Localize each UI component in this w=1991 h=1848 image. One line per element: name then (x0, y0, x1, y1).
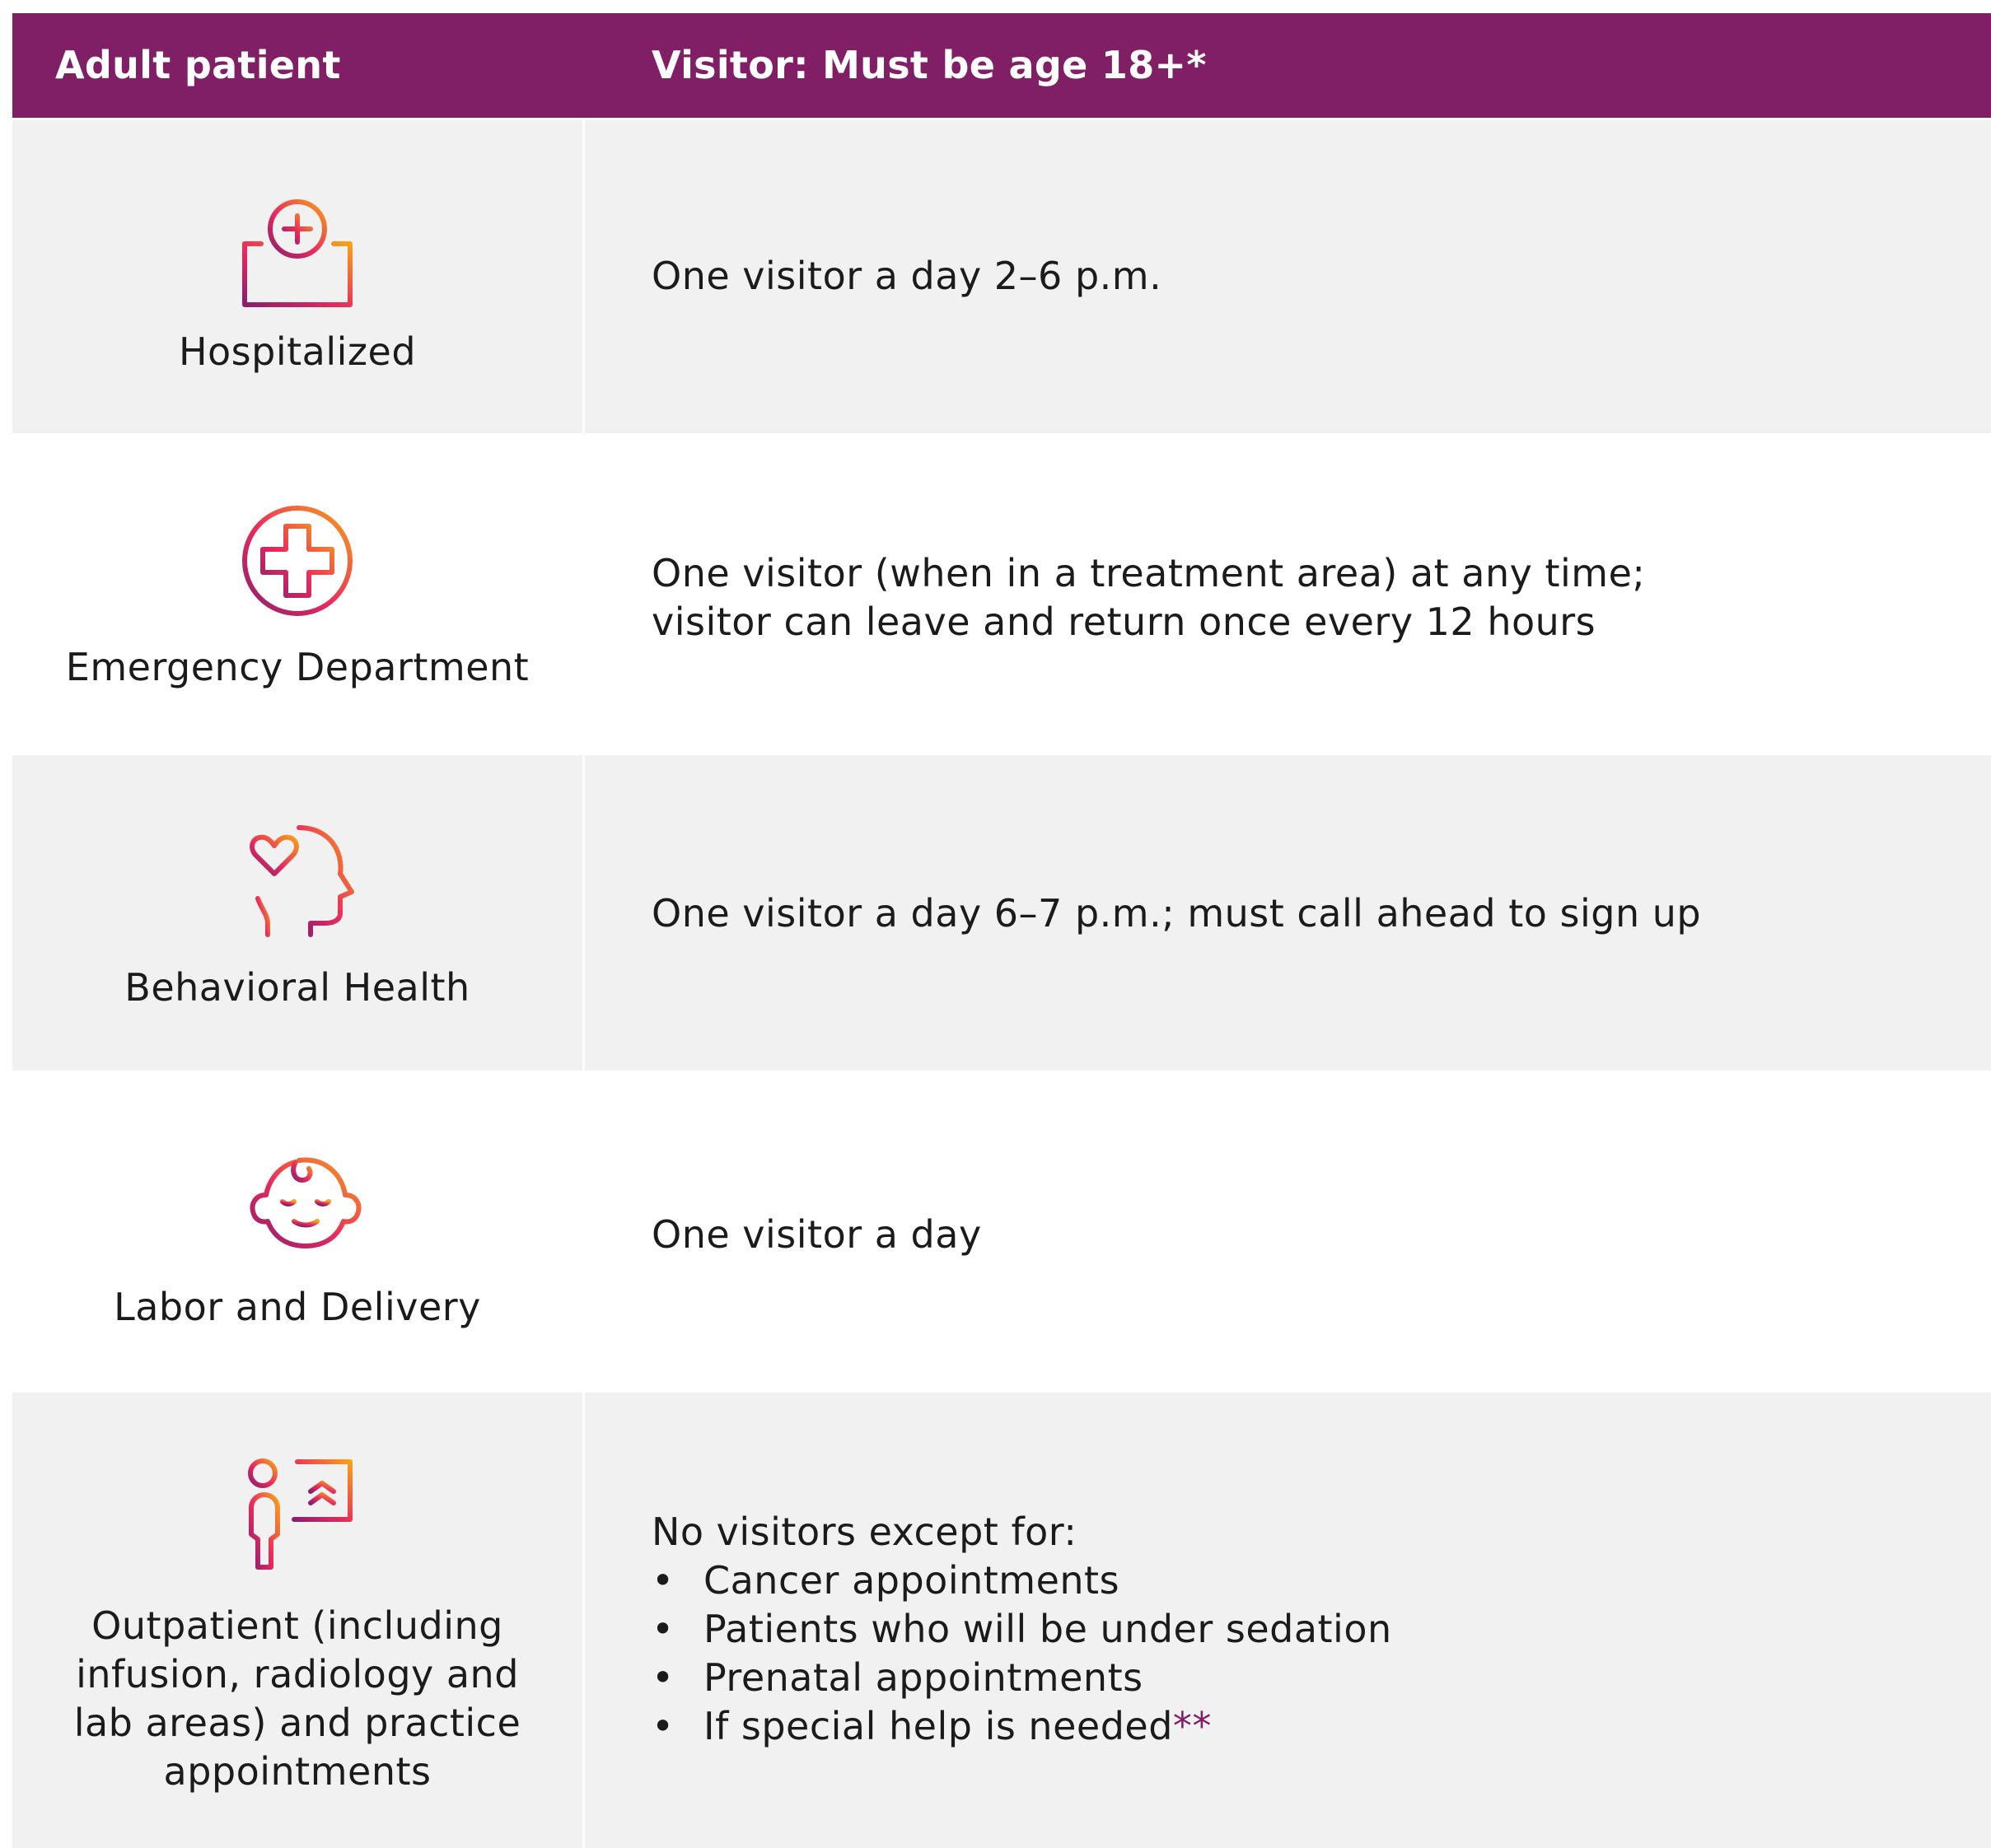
patient-type-cell: Outpatient (including infusion, radiolog… (12, 1393, 582, 1848)
visitor-rule-line: One visitor a day 2–6 p.m. (652, 254, 1162, 298)
patient-type-label: Labor and Delivery (114, 1285, 481, 1329)
table-row: Outpatient (including infusion, radiolog… (12, 1393, 1991, 1848)
hospital-icon (240, 196, 355, 310)
baby-face-icon (248, 1154, 363, 1249)
head-heart-icon (240, 823, 355, 938)
table-row: Emergency Department One visitor (when i… (12, 436, 1991, 753)
visitor-rule-text: No visitors except for: Cancer appointme… (652, 1508, 1392, 1751)
table-row: Behavioral Health One visitor a day 6–7 … (12, 755, 1991, 1071)
visitor-rule-line: One visitor a day (652, 1212, 982, 1257)
patient-type-cell: Labor and Delivery (12, 1073, 582, 1390)
patient-type-label: Behavioral Health (124, 965, 470, 1010)
list-item-text: If special help is needed (703, 1704, 1173, 1748)
visitor-rule-text: One visitor a day (652, 1211, 982, 1259)
patient-type-label: Outpatient (including infusion, radiolog… (73, 1603, 521, 1794)
footnote-marker: ** (1172, 1704, 1212, 1748)
visitor-rule-line: No visitors except for: (652, 1510, 1077, 1554)
visitor-rule-text: One visitor a day 2–6 p.m. (652, 252, 1161, 301)
list-item: Patients who will be under sedation (652, 1605, 1392, 1654)
visitor-rule-line: visitor can leave and return once every … (652, 600, 1596, 644)
visitor-policy-table: Adult patient Visitor: Must be age 18+* … (12, 13, 1991, 1848)
visitor-rule-text: One visitor a day 6–7 p.m.; must call ah… (652, 889, 1701, 938)
patient-type-cell: Hospitalized (12, 120, 582, 433)
header-adult-patient: Adult patient (55, 43, 341, 87)
medical-cross-icon (240, 503, 355, 618)
list-item: If special help is needed** (652, 1702, 1392, 1751)
table-header: Adult patient Visitor: Must be age 18+* (12, 13, 1991, 118)
table-row: Labor and Delivery One visitor a day (12, 1073, 1991, 1390)
visitor-rule-line: One visitor (when in a treatment area) a… (652, 551, 1646, 595)
list-item: Prenatal appointments (652, 1654, 1392, 1702)
patient-type-cell: Emergency Department (12, 436, 582, 753)
table-row: Hospitalized One visitor a day 2–6 p.m. (12, 120, 1991, 433)
patient-type-cell: Behavioral Health (12, 755, 582, 1071)
visitor-rule-line: One visitor a day 6–7 p.m.; must call ah… (652, 891, 1702, 936)
exceptions-list: Cancer appointments Patients who will be… (652, 1556, 1392, 1751)
header-visitor-age: Visitor: Must be age 18+* (652, 43, 1207, 87)
outpatient-xray-icon (240, 1457, 355, 1572)
patient-type-label: Emergency Department (65, 645, 530, 689)
list-item: Cancer appointments (652, 1556, 1392, 1605)
visitor-rule-text: One visitor (when in a treatment area) a… (652, 549, 1645, 646)
patient-type-label: Hospitalized (178, 329, 417, 374)
